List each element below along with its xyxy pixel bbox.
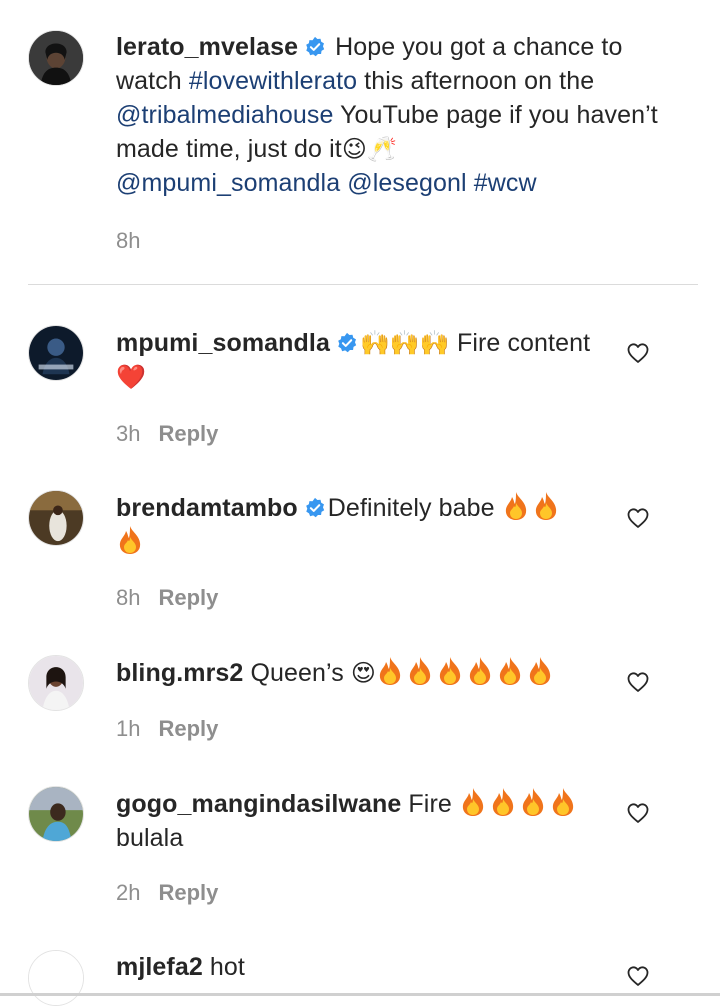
comment-text: mpumi_somandla 🙌🙌🙌 Fire content ❤️: [116, 326, 596, 394]
hashtag-link[interactable]: #lovewithlerato: [189, 67, 357, 95]
avatar-mpumi[interactable]: [28, 325, 84, 381]
wink-emoji: 😉: [341, 135, 367, 163]
comment-text: bling.mrs2 Queen’s 😍: [116, 656, 596, 690]
post-time: 8h: [116, 228, 141, 253]
verified-badge-icon: [336, 332, 358, 354]
comment-body: Queen’s: [250, 659, 344, 687]
comment-username[interactable]: mpumi_somandla: [116, 329, 330, 357]
comment-username[interactable]: mjlefa2: [116, 953, 203, 981]
heart-outline-icon[interactable]: [626, 964, 650, 988]
avatar-brenda[interactable]: [28, 490, 84, 546]
heart-eyes-emoji: 😍: [350, 659, 377, 687]
comment-meta: 3h Reply: [116, 421, 218, 447]
post-meta: 8h: [116, 228, 140, 254]
post-caption: lerato_mvelase Hope you got a chance to …: [0, 0, 720, 284]
heart-outline-icon[interactable]: [626, 801, 650, 825]
comment-username[interactable]: brendamtambo: [116, 494, 298, 522]
avatar-image: [29, 787, 83, 841]
divider: [28, 284, 698, 285]
verified-badge-icon: [304, 497, 326, 519]
fire-icon: [436, 656, 464, 686]
comment-body: hot: [209, 953, 245, 981]
avatar-mjlefa[interactable]: [28, 950, 84, 1006]
avatar-bling[interactable]: [28, 655, 84, 711]
hashtag-link[interactable]: #wcw: [474, 169, 537, 197]
avatar-image: [29, 491, 83, 545]
comment-username[interactable]: bling.mrs2: [116, 659, 243, 687]
fire-icon: [532, 491, 560, 521]
comment-username[interactable]: gogo_mangindasilwane: [116, 790, 401, 818]
fire-icon: [406, 656, 434, 686]
reply-button[interactable]: Reply: [158, 585, 218, 610]
reply-button[interactable]: Reply: [158, 421, 218, 446]
red-heart-emoji: ❤️: [116, 363, 146, 391]
fire-icon: [496, 656, 524, 686]
avatar-lerato[interactable]: [28, 30, 84, 86]
heart-outline-icon[interactable]: [626, 506, 650, 530]
fire-icon: [526, 656, 554, 686]
mention-link[interactable]: @tribalmediahouse: [116, 101, 333, 129]
fire-icon: [489, 787, 517, 817]
comment-meta: 8h Reply: [116, 585, 218, 611]
comment-time: 8h: [116, 585, 141, 610]
fire-icon: [459, 787, 487, 817]
avatar-image: [29, 31, 83, 85]
mention-link[interactable]: @lesegonl: [347, 169, 466, 197]
avatar-gogo[interactable]: [28, 786, 84, 842]
post-text-part: this afternoon on the: [357, 67, 595, 95]
comment-time: 1h: [116, 716, 141, 741]
comment-text: mjlefa2 hot: [116, 950, 596, 984]
fire-icon: [376, 656, 404, 686]
fire-icon: [116, 525, 144, 555]
post-username[interactable]: lerato_mvelase: [116, 33, 298, 61]
fire-icon: [519, 787, 547, 817]
avatar-image: [29, 656, 83, 710]
cheers-emoji: 🥂: [366, 135, 397, 163]
comment-body: bulala: [116, 824, 184, 852]
comment-body: Definitely babe: [327, 494, 495, 522]
fire-icon: [502, 491, 530, 521]
avatar-image: [29, 326, 83, 380]
comment-body: Fire: [408, 790, 452, 818]
heart-outline-icon[interactable]: [626, 341, 650, 365]
fire-icon: [549, 787, 577, 817]
comment-text: brendamtambo Definitely babe: [116, 491, 596, 559]
comment-time: 3h: [116, 421, 141, 446]
comment-text: gogo_mangindasilwane Fire bulala: [116, 787, 596, 855]
comment-body: Fire content: [456, 329, 591, 357]
reply-button[interactable]: Reply: [158, 880, 218, 905]
reply-button[interactable]: Reply: [158, 716, 218, 741]
fire-icon: [466, 656, 494, 686]
comment-meta: 2h Reply: [116, 880, 218, 906]
raised-hands-emoji: 🙌🙌🙌: [359, 329, 450, 357]
heart-outline-icon[interactable]: [626, 670, 650, 694]
post-text: lerato_mvelase Hope you got a chance to …: [116, 30, 676, 200]
comment-meta: 1h Reply: [116, 716, 218, 742]
mention-link[interactable]: @mpumi_somandla: [116, 169, 340, 197]
avatar-image: [29, 951, 83, 1005]
verified-badge-icon: [304, 36, 326, 58]
comment-time: 2h: [116, 880, 141, 905]
